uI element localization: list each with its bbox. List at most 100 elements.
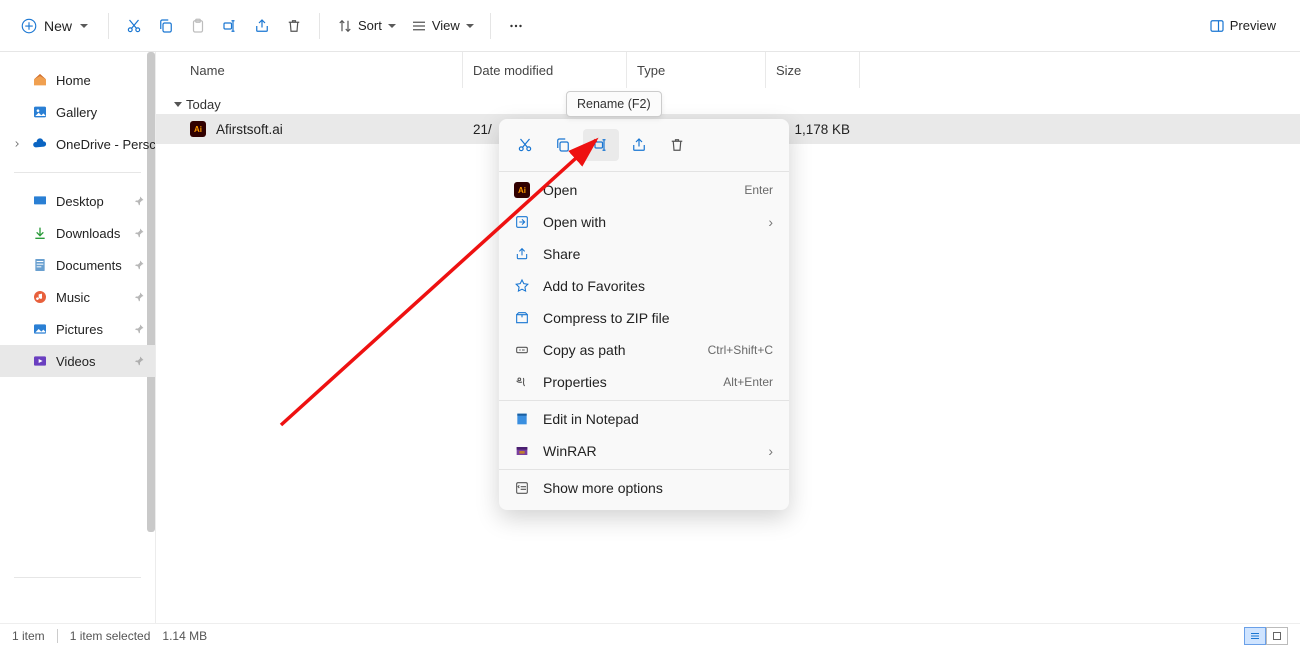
home-icon (32, 72, 48, 88)
rename-button[interactable] (215, 9, 245, 43)
ctx-open-with[interactable]: Open with › (499, 206, 789, 238)
sidebar-item-music[interactable]: Music (0, 281, 155, 313)
thumbnails-view-button[interactable] (1266, 627, 1288, 645)
more-button[interactable] (501, 9, 531, 43)
divider (108, 13, 109, 39)
details-view-button[interactable] (1244, 627, 1266, 645)
gallery-icon (32, 104, 48, 120)
ctx-rename-button[interactable] (583, 129, 619, 161)
pin-icon (133, 259, 145, 271)
open-with-icon (513, 213, 531, 231)
sidebar-item-label: Downloads (56, 226, 120, 241)
context-menu-separator (499, 469, 789, 470)
ctx-zip[interactable]: Compress to ZIP file (499, 302, 789, 334)
pictures-icon (32, 321, 48, 337)
ctx-delete-button[interactable] (659, 129, 695, 161)
divider (490, 13, 491, 39)
pin-icon (133, 195, 145, 207)
desktop-icon (32, 193, 48, 209)
chevron-right-icon: › (768, 443, 773, 459)
chevron-down-icon (388, 24, 396, 28)
pin-icon (133, 227, 145, 239)
chevron-down-icon (466, 24, 474, 28)
ctx-more-options[interactable]: Show more options (499, 472, 789, 504)
column-header-name[interactable]: Name (156, 52, 463, 88)
file-name: Afirstsoft.ai (216, 122, 283, 137)
sidebar-item-home[interactable]: Home (0, 64, 155, 96)
sidebar-item-onedrive[interactable]: OneDrive - Persc (0, 128, 155, 160)
delete-button[interactable] (279, 9, 309, 43)
chevron-down-icon (80, 24, 88, 28)
pin-icon (133, 291, 145, 303)
ctx-winrar[interactable]: WinRAR › (499, 435, 789, 467)
context-menu-separator (499, 400, 789, 401)
chevron-right-icon: › (768, 214, 773, 230)
sidebar-item-label: Music (56, 290, 90, 305)
sidebar-item-downloads[interactable]: Downloads (0, 217, 155, 249)
paste-button[interactable] (183, 9, 213, 43)
sidebar-item-label: Desktop (56, 194, 104, 209)
copy-path-icon (513, 341, 531, 359)
status-selected: 1 item selected (70, 629, 151, 643)
ctx-notepad[interactable]: Edit in Notepad (499, 403, 789, 435)
sidebar-item-pictures[interactable]: Pictures (0, 313, 155, 345)
ctx-properties[interactable]: Properties Alt+Enter (499, 366, 789, 398)
context-menu: Ai Open Enter Open with › Share Add to F… (499, 119, 789, 510)
ctx-copy-button[interactable] (545, 129, 581, 161)
ctx-share[interactable]: Share (499, 238, 789, 270)
sidebar-item-gallery[interactable]: Gallery (0, 96, 155, 128)
preview-button[interactable]: Preview (1202, 9, 1286, 43)
sidebar-item-label: Home (56, 73, 91, 88)
notepad-icon (513, 410, 531, 428)
sidebar-item-videos[interactable]: Videos (0, 345, 155, 377)
file-name-cell: Ai Afirstsoft.ai (156, 121, 463, 137)
context-menu-separator (499, 171, 789, 172)
new-button[interactable]: New (14, 9, 98, 43)
cut-button[interactable] (119, 9, 149, 43)
ctx-share-button[interactable] (621, 129, 657, 161)
toolbar: New Sort View Preview (0, 0, 1300, 52)
divider (57, 629, 58, 643)
ctx-copy-path[interactable]: Copy as path Ctrl+Shift+C (499, 334, 789, 366)
documents-icon (32, 257, 48, 273)
column-header-type[interactable]: Type (627, 52, 766, 88)
download-icon (32, 225, 48, 241)
sidebar-item-label: OneDrive - Persc (56, 137, 155, 152)
zip-icon (513, 309, 531, 327)
column-headers: Name Date modified Type Size (156, 52, 1300, 88)
more-options-icon (513, 479, 531, 497)
chevron-down-icon (174, 102, 182, 107)
pin-icon (133, 323, 145, 335)
sidebar-separator (14, 577, 141, 578)
context-menu-top-actions (499, 125, 789, 169)
properties-icon (513, 373, 531, 391)
sidebar-item-label: Documents (56, 258, 122, 273)
sidebar: Home Gallery OneDrive - Persc Desktop Do… (0, 52, 156, 623)
copy-button[interactable] (151, 9, 181, 43)
sort-button[interactable]: Sort (330, 9, 402, 43)
sidebar-item-label: Gallery (56, 105, 97, 120)
sidebar-separator (14, 172, 141, 173)
pin-icon (133, 355, 145, 367)
sidebar-item-label: Videos (56, 354, 96, 369)
group-today[interactable]: Today (156, 94, 1300, 114)
cloud-icon (32, 136, 48, 152)
status-size: 1.14 MB (162, 629, 207, 643)
rename-tooltip: Rename (F2) (566, 91, 662, 117)
music-icon (32, 289, 48, 305)
chevron-right-icon (12, 139, 22, 149)
column-header-date[interactable]: Date modified (463, 52, 627, 88)
ctx-favorites[interactable]: Add to Favorites (499, 270, 789, 302)
new-label: New (44, 18, 72, 34)
ai-file-icon: Ai (190, 121, 206, 137)
share-button[interactable] (247, 9, 277, 43)
ctx-cut-button[interactable] (507, 129, 543, 161)
view-label: View (432, 18, 460, 33)
sidebar-item-desktop[interactable]: Desktop (0, 185, 155, 217)
view-button[interactable]: View (404, 9, 480, 43)
videos-icon (32, 353, 48, 369)
ctx-open[interactable]: Ai Open Enter (499, 174, 789, 206)
status-bar: 1 item 1 item selected 1.14 MB (0, 623, 1300, 647)
column-header-size[interactable]: Size (766, 52, 860, 88)
sidebar-item-documents[interactable]: Documents (0, 249, 155, 281)
